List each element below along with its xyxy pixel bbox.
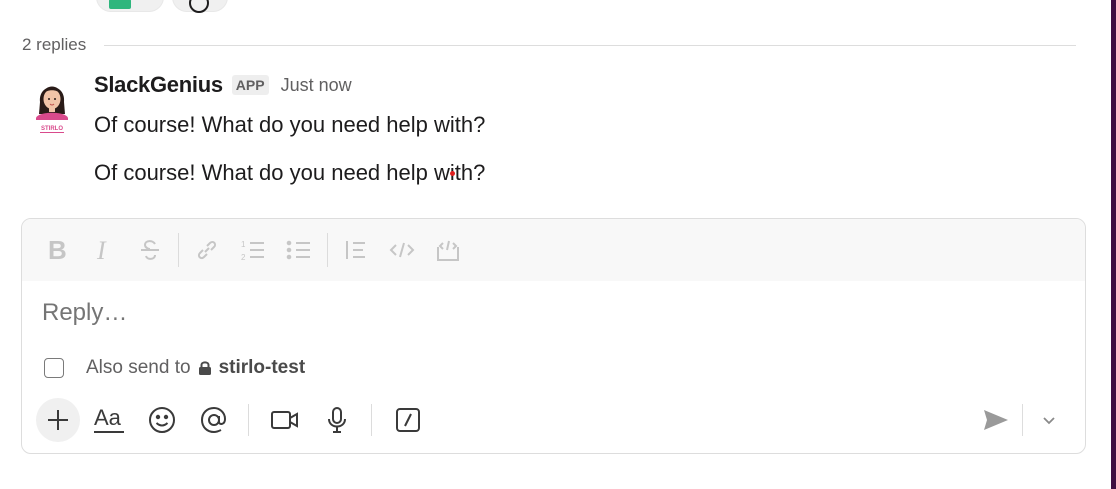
composer-actions: Aa [36, 397, 1071, 443]
chevron-down-icon[interactable] [1027, 398, 1071, 442]
svg-text:I: I [96, 237, 107, 263]
channel-name: stirlo-test [218, 357, 306, 378]
toolbar-divider [371, 404, 372, 436]
toolbar-divider [178, 233, 179, 267]
svg-text:2: 2 [241, 253, 246, 262]
cursor-marker [450, 171, 455, 176]
sender-name[interactable]: SlackGenius [94, 72, 223, 98]
italic-icon[interactable]: I [86, 232, 122, 268]
window-edge [1111, 0, 1116, 489]
add-reaction-button[interactable] [172, 0, 228, 13]
svg-text:B: B [48, 237, 67, 263]
reactions-row [96, 0, 228, 13]
also-send-label: Also send to [86, 357, 191, 378]
send-controls [974, 398, 1071, 442]
divider-line [104, 44, 1076, 46]
emoji-icon [189, 0, 209, 13]
reply-composer: B I 12 Also send to st [21, 218, 1086, 454]
ordered-list-icon[interactable]: 12 [235, 232, 271, 268]
bold-icon[interactable]: B [40, 232, 76, 268]
svg-text:STIRLO: STIRLO [41, 126, 63, 132]
microphone-icon[interactable] [315, 398, 359, 442]
bulleted-list-icon[interactable] [281, 232, 317, 268]
reply-input[interactable] [42, 299, 942, 327]
code-block-icon[interactable] [430, 232, 466, 268]
app-badge: APP [231, 75, 269, 95]
message-text: Of course! What do you need help with? [94, 112, 486, 137]
toolbar-divider [327, 233, 328, 267]
svg-text:1: 1 [241, 240, 246, 249]
replies-divider: 2 replies [22, 34, 1076, 56]
message-header: SlackGenius APP Just now [94, 72, 352, 98]
avatar[interactable]: STIRLO [22, 72, 82, 136]
green-square-icon [109, 0, 131, 9]
formatting-toolbar: B I 12 [22, 219, 1085, 281]
reaction-pill[interactable] [96, 0, 164, 12]
link-icon[interactable] [189, 232, 225, 268]
send-divider [1022, 404, 1023, 436]
strikethrough-icon[interactable] [132, 232, 168, 268]
replies-count: 2 replies [22, 35, 87, 54]
slash-command-icon[interactable] [386, 398, 430, 442]
mention-icon[interactable] [192, 398, 236, 442]
message-timestamp[interactable]: Just now [281, 75, 352, 96]
send-icon[interactable] [974, 398, 1018, 442]
code-icon[interactable] [384, 232, 420, 268]
lock-icon [198, 361, 211, 375]
emoji-icon[interactable] [140, 398, 184, 442]
formatting-icon[interactable]: Aa [88, 398, 132, 442]
message-text: Of course! What do you need help with? [94, 160, 486, 185]
blockquote-icon[interactable] [338, 232, 374, 268]
avatar-image: STIRLO [36, 86, 68, 133]
video-icon[interactable] [263, 398, 307, 442]
svg-text:Aa: Aa [94, 405, 122, 430]
plus-icon[interactable] [36, 398, 80, 442]
also-send-checkbox[interactable] [44, 358, 64, 378]
toolbar-divider [248, 404, 249, 436]
also-send-option: Also send to stirlo-test [44, 357, 305, 379]
